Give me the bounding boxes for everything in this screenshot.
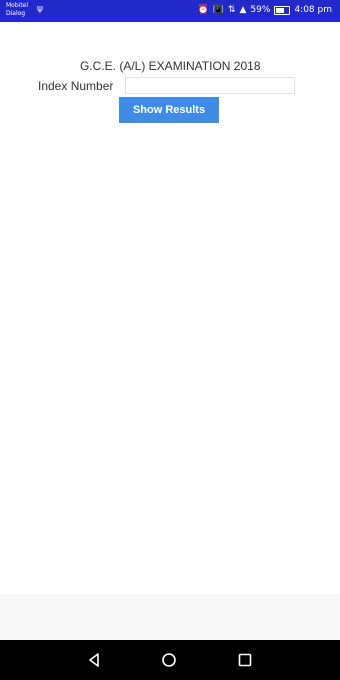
- signal-icon: ▲: [239, 5, 247, 15]
- status-bar: Mobitel Dialog ψ ⏰ 📳 ⇅ ▲ 59% 4:08 pm: [0, 0, 340, 22]
- recent-apps-icon[interactable]: [237, 652, 253, 668]
- back-icon[interactable]: [86, 652, 102, 668]
- exam-title: G.C.E. (A/L) EXAMINATION 2018: [80, 59, 261, 73]
- data-icon: ⇅: [227, 5, 236, 15]
- battery-icon: [274, 5, 291, 15]
- show-results-button[interactable]: Show Results: [119, 97, 219, 123]
- battery-level-fill: [276, 7, 284, 13]
- vibrate-icon: 📳: [212, 5, 224, 15]
- main-content: G.C.E. (A/L) EXAMINATION 2018 Index Numb…: [0, 22, 340, 594]
- status-time: 4:08 pm: [294, 5, 332, 15]
- index-number-label: Index Number: [38, 79, 114, 93]
- carrier-text: Mobitel Dialog: [6, 2, 29, 17]
- bottom-area: [0, 594, 340, 640]
- usb-icon: ψ: [37, 4, 43, 14]
- battery-percent: 59%: [250, 5, 271, 15]
- index-number-input[interactable]: [125, 77, 295, 94]
- home-icon[interactable]: [161, 652, 177, 668]
- alarm-icon: ⏰: [197, 5, 209, 15]
- status-icons: ⏰ 📳 ⇅ ▲ 59% 4:08 pm: [198, 5, 332, 15]
- navigation-bar: [0, 640, 340, 680]
